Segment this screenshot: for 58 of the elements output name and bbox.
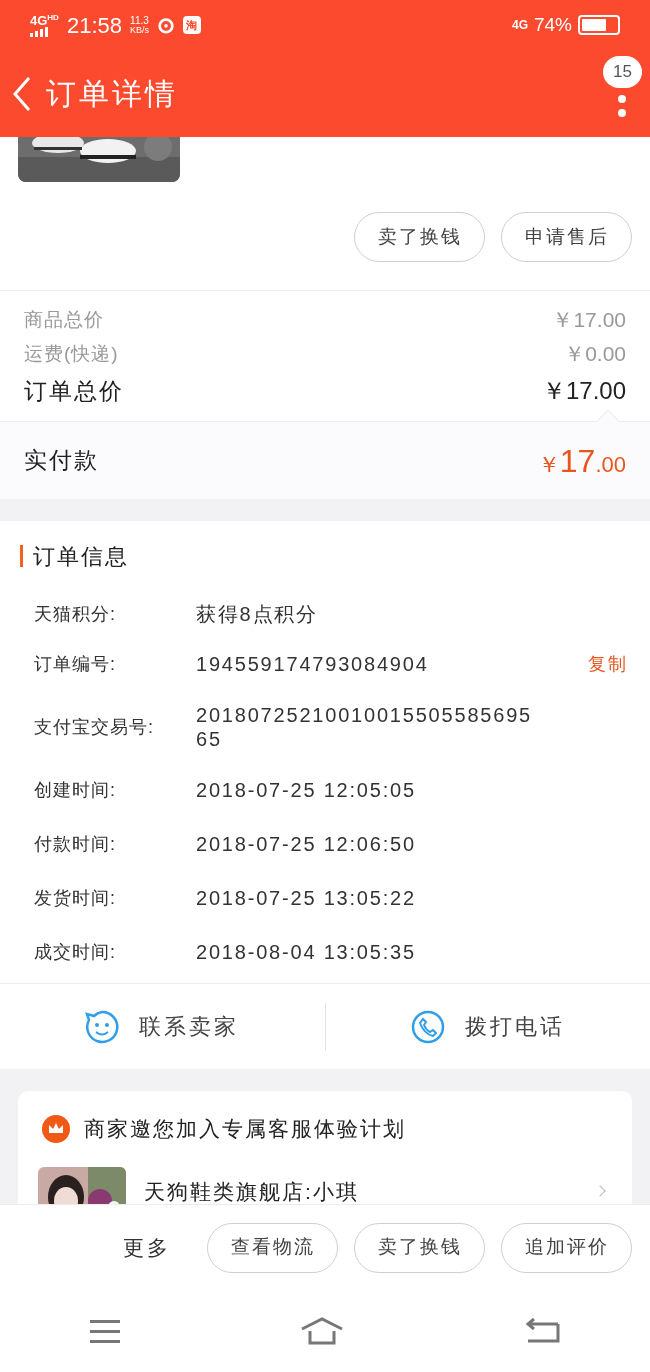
back-icon[interactable] <box>12 75 32 112</box>
price-value: ￥17.00 <box>552 307 626 334</box>
field-label: 订单编号: <box>34 652 117 676</box>
field-label: 成交时间: <box>34 940 117 964</box>
price-value: ￥0.00 <box>564 341 626 368</box>
clock: 21:58 <box>66 11 122 40</box>
price-label: 商品总价 <box>24 307 104 332</box>
paid-decimal: .00 <box>595 450 626 479</box>
network-type: 4G <box>30 13 48 27</box>
contact-button[interactable]: 拨打电话 <box>324 1002 650 1051</box>
crown-icon <box>42 1115 70 1143</box>
app-badge-icon: 淘 <box>183 16 201 34</box>
action-button[interactable]: 追加评价 <box>501 1222 632 1273</box>
signal-icon <box>30 26 48 37</box>
field-value: 2018-07-25 12:05:05 <box>196 778 417 802</box>
more-button[interactable]: 更多 <box>123 1231 171 1264</box>
field-label: 创建时间: <box>34 778 117 802</box>
more-icon[interactable] <box>618 94 626 117</box>
card-title: 商家邀您加入专属客服体验计划 <box>84 1116 406 1143</box>
menu-icon[interactable] <box>90 1319 120 1343</box>
field-label: 天猫积分: <box>34 602 117 626</box>
action-button[interactable]: 申请售后 <box>501 212 632 262</box>
section-title: 订单信息 <box>33 542 129 571</box>
action-button[interactable]: 卖了换钱 <box>354 1222 485 1273</box>
speed-unit: KB/s <box>129 25 149 35</box>
contact-button[interactable]: 联系卖家 <box>0 1002 325 1051</box>
field-value: 2018072521001001550558569565 <box>196 703 533 751</box>
battery-level: 74% <box>533 12 572 37</box>
action-button[interactable]: 卖了换钱 <box>354 212 485 262</box>
field-value: 获得8点积分 <box>196 602 319 626</box>
price-value: ￥17.00 <box>541 376 626 406</box>
field-label: 支付宝交易号: <box>34 715 155 739</box>
smiley-icon <box>85 1009 120 1044</box>
notification-badge: 15 <box>603 56 642 88</box>
currency-sign: ￥ <box>537 450 560 479</box>
field-value: 194559174793084904 <box>196 652 430 676</box>
hd-label: HD <box>47 13 59 22</box>
phone-icon <box>410 1009 445 1044</box>
field-value: 2018-07-25 12:06:50 <box>196 832 417 856</box>
music-app-icon <box>157 16 175 34</box>
speed-value: 11.3 <box>130 15 149 26</box>
page-title: 订单详情 <box>46 76 178 112</box>
field-value: 2018-08-04 13:05:35 <box>196 940 417 964</box>
field-label: 付款时间: <box>34 832 117 856</box>
back-icon[interactable] <box>524 1317 560 1345</box>
action-button[interactable]: 查看物流 <box>207 1222 338 1273</box>
field-value: 2018-07-25 13:05:22 <box>196 886 417 910</box>
paid-label: 实付款 <box>24 446 99 476</box>
data-network: 4G <box>511 17 528 34</box>
copy-link[interactable]: 复制 <box>588 650 628 678</box>
paid-amount: 17 <box>559 441 596 481</box>
price-label: 运费(快递) <box>24 341 119 366</box>
home-icon[interactable] <box>300 1317 344 1345</box>
price-label: 订单总价 <box>24 376 124 406</box>
battery-icon <box>578 15 620 35</box>
field-label: 发货时间: <box>34 886 117 910</box>
staff-name: 天狗鞋类旗舰店:小琪 <box>144 1179 359 1204</box>
accent-bar <box>20 545 23 567</box>
